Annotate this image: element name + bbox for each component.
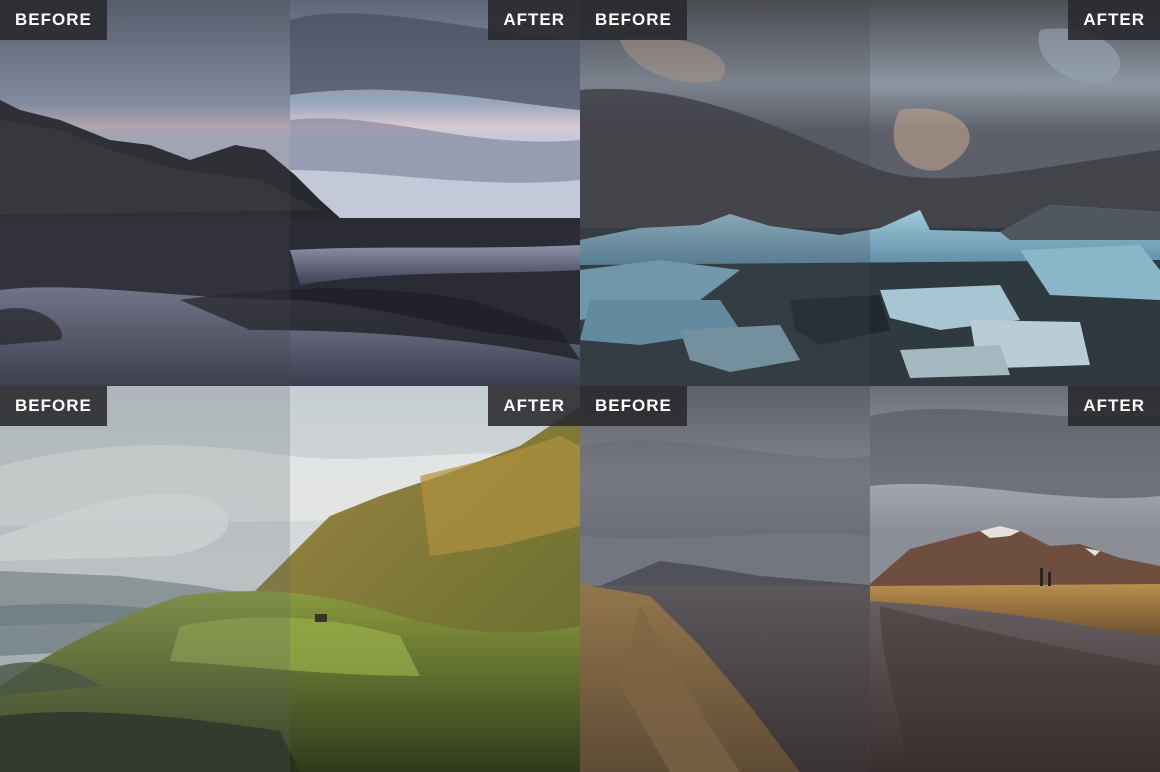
before-overlay: [0, 0, 290, 386]
comparison-panel-beach: BEFORE AFTER: [0, 0, 580, 386]
after-label: AFTER: [488, 0, 580, 40]
before-label: BEFORE: [580, 0, 687, 40]
before-overlay: [580, 386, 870, 772]
before-label: BEFORE: [580, 386, 687, 426]
before-after-grid: BEFORE AFTER BEFORE AFTER BEFORE AFTER B…: [0, 0, 1160, 772]
before-overlay: [0, 386, 290, 772]
after-label: AFTER: [488, 386, 580, 426]
comparison-panel-hillside: BEFORE AFTER: [0, 386, 580, 772]
after-label: AFTER: [1068, 0, 1160, 40]
before-label: BEFORE: [0, 0, 107, 40]
comparison-panel-glacier: BEFORE AFTER: [580, 0, 1160, 386]
comparison-panel-river: BEFORE AFTER: [580, 386, 1160, 772]
before-label: BEFORE: [0, 386, 107, 426]
before-overlay: [580, 0, 870, 386]
after-label: AFTER: [1068, 386, 1160, 426]
